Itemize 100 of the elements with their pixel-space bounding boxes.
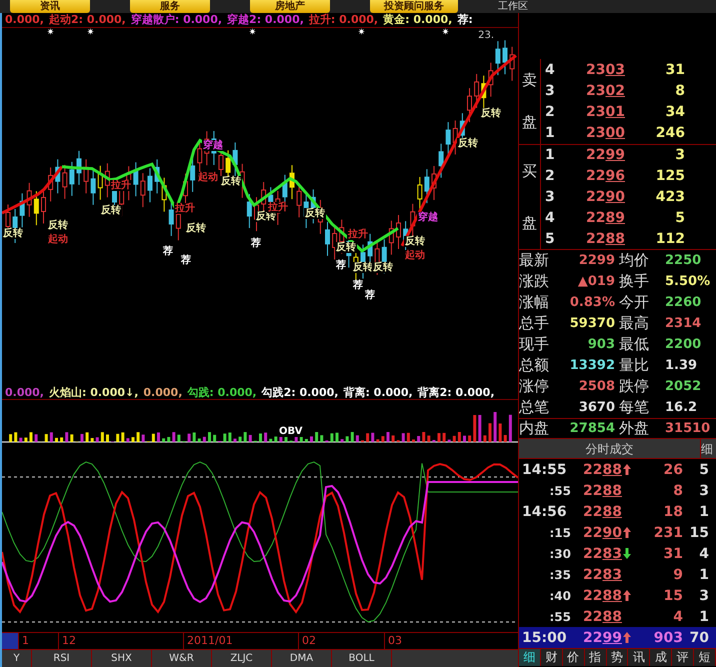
trade-volume: 231 xyxy=(652,524,683,540)
indicator-value: 勾践: 0.000, xyxy=(187,386,257,398)
panel-tab[interactable]: 短 xyxy=(694,649,716,666)
signal-label: 荐 xyxy=(352,280,364,291)
bid-volume: 423 xyxy=(654,188,685,205)
indicator-value: 拉升: 0.000, xyxy=(308,14,378,26)
trade-price: 2283 xyxy=(571,546,637,562)
indicator-value: 0.000, xyxy=(5,14,44,26)
stat-value: 2260 xyxy=(665,295,702,310)
stat-label: 量比 xyxy=(618,356,650,375)
trade-price: 2299 xyxy=(571,630,637,646)
bid-volume: 3 xyxy=(674,147,685,164)
trade-volume: 15 xyxy=(662,588,683,604)
down-arrow-icon xyxy=(622,548,631,559)
workspace-label[interactable]: 工作区 xyxy=(498,0,528,13)
indicator-tab[interactable]: RSI xyxy=(32,650,92,667)
signal-label: 反转 xyxy=(304,208,326,219)
panel-tab[interactable]: 指 xyxy=(584,649,607,666)
sell-label: 卖 xyxy=(522,70,537,90)
trade-row[interactable]: :30 2283 31 4 xyxy=(519,543,716,564)
stat-label: 每笔 xyxy=(618,398,650,417)
ask-price: 2303 xyxy=(585,62,625,78)
stat-label: 今开 xyxy=(618,293,650,312)
bid-price: 2288 xyxy=(585,230,625,247)
signal-label: 拉升 xyxy=(347,229,369,240)
signal-label: 反转 xyxy=(47,220,69,231)
signal-label: 反转 xyxy=(480,108,502,119)
signal-label: 拉升 xyxy=(110,180,132,191)
date-label: 2011/01 xyxy=(183,633,298,649)
indicator-value: 背离2: 0.000, xyxy=(418,386,495,398)
panel-tab[interactable]: 评 xyxy=(672,649,694,666)
ask-price: 2302 xyxy=(585,82,625,99)
price-tick: 23. xyxy=(478,30,494,41)
trade-volume: 903 xyxy=(652,630,683,646)
ask-volume: 246 xyxy=(654,125,685,142)
stat-value: 2299 xyxy=(578,253,615,268)
trade-count: 70 xyxy=(688,630,709,646)
bid-price: 2296 xyxy=(585,168,625,184)
star-icon xyxy=(87,28,94,35)
trade-volume: 4 xyxy=(672,608,683,624)
trade-row[interactable]: :40 2288 15 3 xyxy=(519,585,716,606)
date-label: 1 xyxy=(18,633,58,649)
panel-tab[interactable]: 势 xyxy=(606,649,628,666)
stat-value: 2250 xyxy=(665,253,702,268)
stat-value: 2052 xyxy=(665,379,702,394)
panel-tab[interactable]: 财 xyxy=(540,649,563,666)
stat-label: 均价 xyxy=(618,251,650,270)
stat-label: 换手 xyxy=(618,272,650,291)
indicator-tab[interactable]: W&R xyxy=(152,650,212,667)
indicator-value: 0.000, xyxy=(143,386,182,398)
ask-volume: 34 xyxy=(664,104,685,120)
trade-row[interactable]: 14:56 2288 18 1 xyxy=(519,501,716,522)
stat-label: 总额 xyxy=(519,356,550,375)
bid-volume: 5 xyxy=(674,210,685,226)
menu-button[interactable]: 房地产 xyxy=(250,0,330,13)
indicator-tab[interactable]: Y xyxy=(2,650,32,667)
bid-price: 2289 xyxy=(585,210,625,226)
signal-label: 拉升 xyxy=(174,203,196,214)
trade-time: 15:00 xyxy=(521,630,568,646)
bid-price: 2290 xyxy=(585,188,625,205)
indicator-tab[interactable]: BOLL xyxy=(332,650,392,667)
indicator-tab[interactable]: ZLJC xyxy=(212,650,272,667)
ask-price: 2301 xyxy=(585,104,625,120)
signal-label: 荐 xyxy=(162,246,174,257)
trade-count: 15 xyxy=(688,524,709,540)
trade-row[interactable]: :35 2283 9 1 xyxy=(519,564,716,585)
detail-tab[interactable]: 细 xyxy=(700,439,716,458)
panel-tab[interactable]: 细 xyxy=(519,649,541,666)
stat-label: 内盘 xyxy=(519,419,550,438)
trade-row[interactable]: 15:00 2299 903 70 xyxy=(519,627,716,648)
date-label: 12 xyxy=(58,633,183,649)
level-number: 5 xyxy=(544,230,556,247)
trade-row[interactable]: :55 2288 4 1 xyxy=(519,606,716,627)
panel-tab[interactable]: 价 xyxy=(562,649,585,666)
stat-label: 最低 xyxy=(618,335,650,354)
signal-label: 穿越 xyxy=(417,212,439,223)
panel-tab[interactable]: 讯 xyxy=(628,649,650,666)
signal-label: 起动 xyxy=(47,234,69,245)
indicator-tab[interactable]: DMA xyxy=(272,650,332,667)
trade-row[interactable]: 14:55 2288 26 5 xyxy=(519,459,716,480)
stat-value: 3670 xyxy=(578,400,615,415)
menu-button[interactable]: 投资顾问服务 xyxy=(370,0,458,13)
panel-tab[interactable]: 成 xyxy=(650,649,672,666)
trade-time: :35 xyxy=(548,568,571,582)
menu-button[interactable]: 资讯 xyxy=(10,0,90,13)
trade-volume: 26 xyxy=(662,462,683,478)
signal-label: 反转 xyxy=(457,138,479,149)
trade-row[interactable]: :15 2290 231 15 xyxy=(519,522,716,543)
menu-button[interactable]: 服务 xyxy=(130,0,210,13)
indicator-value: 黄金: 0.000, xyxy=(383,14,452,26)
signal-label: 反转 xyxy=(2,228,24,239)
trade-volume: 8 xyxy=(672,482,683,498)
indicator-tab[interactable]: SHX xyxy=(92,650,152,667)
date-label: 03 xyxy=(384,633,514,649)
level-number: 1 xyxy=(544,125,556,142)
indicator-value: 穿越2: 0.000, xyxy=(227,14,304,26)
indicator-value: 0.000, xyxy=(5,386,44,398)
signal-label: 荐 xyxy=(335,260,347,271)
stat-value: 0.83% xyxy=(569,295,615,310)
trade-row[interactable]: :55 2288 8 3 xyxy=(519,480,716,501)
